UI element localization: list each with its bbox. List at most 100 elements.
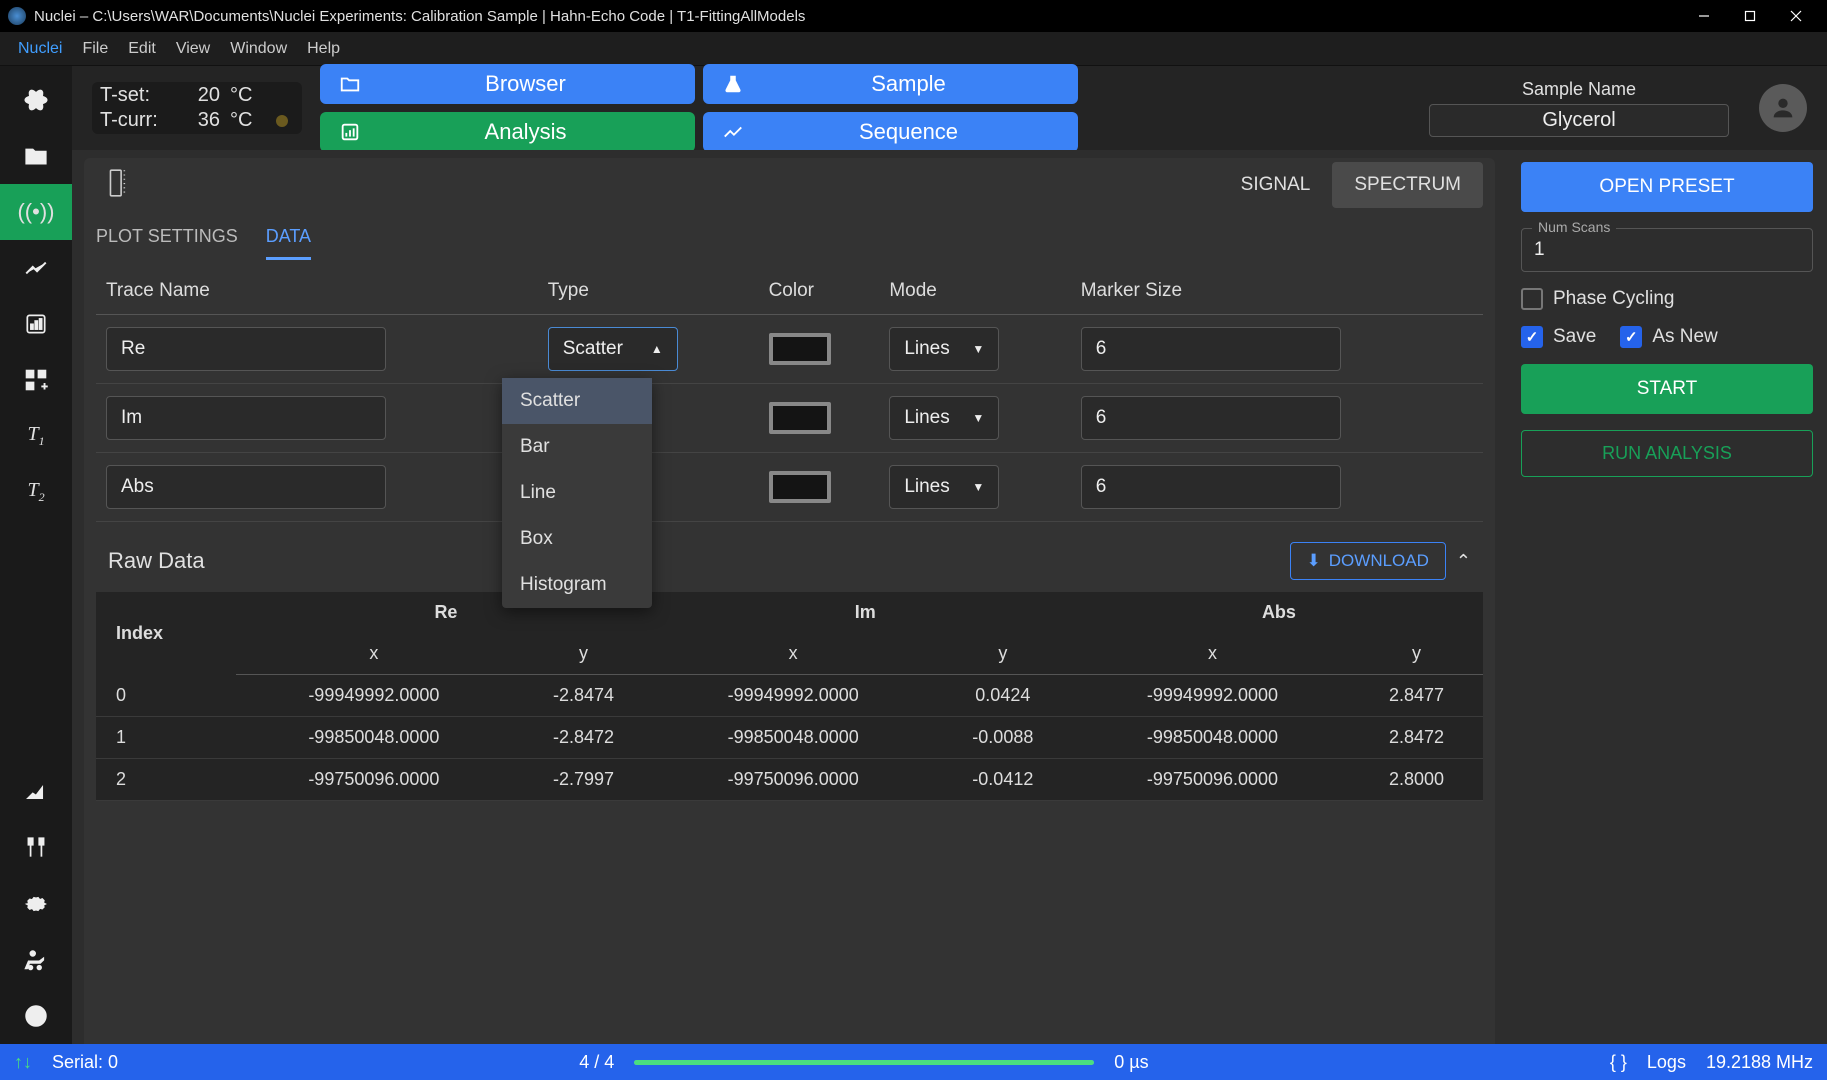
rail-chart-icon[interactable] [0,240,72,296]
t-curr-label: T-curr: [100,109,170,132]
logs-icon[interactable]: { } [1610,1052,1627,1073]
chevron-down-icon: ▼ [972,342,984,356]
download-icon: ⬇ [1307,551,1321,571]
menu-edit[interactable]: Edit [118,40,166,58]
logs-label[interactable]: Logs [1647,1052,1686,1073]
rail-t2-icon[interactable]: T2 [0,464,72,520]
rail-baby-icon[interactable] [0,932,72,988]
collapse-up-icon[interactable]: ⌃ [1456,551,1471,572]
menu-file[interactable]: File [72,40,118,58]
left-rail: ((•)) + T1 T2 [0,66,72,1044]
maximize-button[interactable] [1727,0,1773,32]
col-group-abs: Abs [1075,592,1483,633]
as-new-checkbox[interactable] [1620,326,1642,348]
type-option[interactable]: Histogram [502,562,652,608]
trace-mode-select[interactable]: Lines▼ [889,396,999,440]
tab-plot-settings[interactable]: PLOT SETTINGS [96,226,238,260]
rail-t1-icon[interactable]: T1 [0,408,72,464]
close-button[interactable] [1773,0,1819,32]
app-icon [8,7,26,25]
trace-row: Scatter▲ Lines▼ [96,315,1483,384]
download-button[interactable]: ⬇ DOWNLOAD [1290,542,1446,580]
topbar: T-set: 20 °C T-curr: 36 °C Browser [72,66,1827,150]
col-trace-name: Trace Name [96,268,538,315]
statusbar: ↑↓ Serial: 0 4 / 4 0 µs { } Logs 19.2188… [0,1044,1827,1080]
menu-view[interactable]: View [166,40,220,58]
color-swatch[interactable] [769,471,831,503]
open-preset-button[interactable]: OPEN PRESET [1521,162,1813,212]
line-chart-icon [715,121,751,143]
sync-icon[interactable]: ↑↓ [14,1052,32,1073]
phase-cycling-checkbox[interactable] [1521,288,1543,310]
rail-grid-add-icon[interactable]: + [0,352,72,408]
temperature-box: T-set: 20 °C T-curr: 36 °C [92,82,302,134]
rail-tune-icon[interactable] [0,820,72,876]
col-marker: Marker Size [1071,268,1483,315]
marker-size-input[interactable] [1081,396,1341,440]
num-scans-field: Num Scans [1521,228,1813,272]
trace-name-input[interactable] [106,396,386,440]
rail-atom-icon[interactable] [0,72,72,128]
phase-cycling-label: Phase Cycling [1553,288,1674,310]
rail-dig-icon[interactable] [0,764,72,820]
elapsed-time: 0 µs [1114,1052,1148,1073]
minimize-button[interactable] [1681,0,1727,32]
col-group-im: Im [656,592,1075,633]
menu-window[interactable]: Window [220,40,297,58]
rail-analysis-icon[interactable] [0,296,72,352]
tab-sequence[interactable]: Sequence [703,112,1078,152]
tab-analysis[interactable]: Analysis [320,112,695,152]
run-analysis-button[interactable]: RUN ANALYSIS [1521,430,1813,477]
type-option[interactable]: Bar [502,424,652,470]
type-option[interactable]: Line [502,470,652,516]
trace-name-input[interactable] [106,327,386,371]
view-spectrum-button[interactable]: SPECTRUM [1332,162,1483,208]
trace-mode-select[interactable]: Lines▼ [889,465,999,509]
color-swatch[interactable] [769,333,831,365]
num-scans-label: Num Scans [1532,219,1616,235]
serial-status: Serial: 0 [52,1052,118,1073]
menu-brand[interactable]: Nuclei [8,40,72,58]
as-new-label: As New [1652,326,1717,348]
t-set-value[interactable]: 20 [180,84,220,107]
tab-browser[interactable]: Browser [320,64,695,104]
frequency-readout: 19.2188 MHz [1706,1052,1813,1073]
t-curr-value: 36 [180,109,220,132]
menu-help[interactable]: Help [297,40,350,58]
color-swatch[interactable] [769,402,831,434]
marker-size-input[interactable] [1081,465,1341,509]
tab-sample[interactable]: Sample [703,64,1078,104]
type-dropdown[interactable]: Scatter Bar Line Box Histogram [502,378,652,608]
folder-icon [332,73,368,95]
sample-name-block: Sample Name [1429,79,1729,137]
trace-name-input[interactable] [106,465,386,509]
data-row: 1 -99850048.0000 -2.8472 -99850048.0000 … [96,717,1483,759]
trace-row: Lines▼ [96,453,1483,522]
tab-data[interactable]: DATA [266,226,311,260]
chevron-down-icon: ▼ [972,480,984,494]
user-avatar-icon[interactable] [1759,84,1807,132]
type-option[interactable]: Box [502,516,652,562]
num-scans-input[interactable] [1534,239,1800,261]
raw-data-title: Raw Data [108,548,1290,574]
marker-size-input[interactable] [1081,327,1341,371]
panel-collapse-icon[interactable] [96,167,142,204]
rail-help-icon[interactable] [0,988,72,1044]
sample-name-input[interactable] [1429,104,1729,137]
trace-table: Trace Name Type Color Mode Marker Size S… [96,268,1483,522]
view-signal-button[interactable]: SIGNAL [1219,162,1333,208]
rail-settings-icon[interactable] [0,876,72,932]
trace-type-select[interactable]: Scatter▲ [548,327,678,371]
bar-chart-icon [332,121,368,143]
t-set-label: T-set: [100,84,170,107]
save-checkbox[interactable] [1521,326,1543,348]
col-index: Index [96,592,236,675]
rail-signal-icon[interactable]: ((•)) [0,184,72,240]
chevron-down-icon: ▼ [972,411,984,425]
progress-count: 4 / 4 [579,1052,614,1073]
start-button[interactable]: START [1521,364,1813,414]
rail-folder-icon[interactable] [0,128,72,184]
trace-mode-select[interactable]: Lines▼ [889,327,999,371]
type-option[interactable]: Scatter [502,378,652,424]
data-row: 2 -99750096.0000 -2.7997 -99750096.0000 … [96,759,1483,801]
